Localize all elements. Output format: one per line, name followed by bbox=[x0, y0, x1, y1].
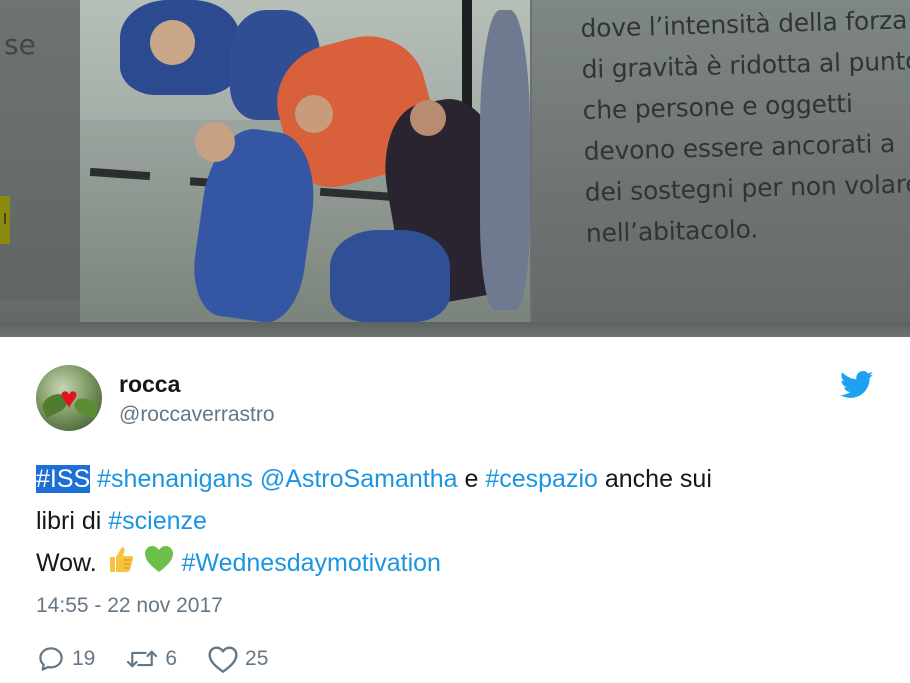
tweet-card: ♥ rocca @roccaverrastro #ISS #shenanigan… bbox=[0, 337, 910, 683]
like-button[interactable]: 25 bbox=[207, 644, 268, 674]
tweet-actions: 19 6 25 bbox=[36, 641, 298, 677]
like-count: 25 bbox=[245, 647, 269, 670]
reply-icon bbox=[39, 647, 63, 671]
book-text-fragment: se bbox=[4, 28, 36, 61]
author-handle[interactable]: @roccaverrastro bbox=[119, 403, 275, 427]
avatar-heart-icon: ♥ bbox=[60, 382, 78, 415]
book-bottom-edge bbox=[0, 322, 910, 337]
green-heart-emoji-icon bbox=[144, 546, 173, 572]
book-left-margin: se I bbox=[0, 0, 80, 300]
hashtag-shenanigans[interactable]: #shenanigans bbox=[97, 465, 253, 493]
hashtag-iss[interactable]: #ISS bbox=[36, 465, 91, 493]
book-color-tab: I bbox=[0, 196, 10, 244]
tweet-text-line-2: libri di #scienze bbox=[36, 500, 886, 542]
avatar[interactable]: ♥ bbox=[36, 365, 102, 431]
book-text-line: di gravità è ridotta al punto bbox=[581, 46, 910, 84]
reply-button[interactable]: 19 bbox=[36, 644, 95, 674]
heart-icon bbox=[208, 646, 238, 673]
reply-count: 19 bbox=[72, 647, 96, 670]
book-paragraph: dove l’intensità della forza di gravità … bbox=[580, 0, 910, 254]
book-text-line: nell’abitacolo. bbox=[585, 214, 759, 248]
tweet-word: anche sui bbox=[604, 465, 712, 493]
author-display-name[interactable]: rocca bbox=[119, 371, 180, 398]
tweet-screenshot: se I dove l’intensità della forza di gra… bbox=[0, 0, 910, 683]
retweet-icon bbox=[127, 650, 158, 668]
hashtag-scienze[interactable]: #scienze bbox=[108, 507, 207, 535]
book-text-line: dei sostegni per non volare bbox=[584, 169, 910, 207]
tweet-text: #ISS #shenanigans @AstroSamantha e #cesp… bbox=[36, 458, 886, 584]
tweet-timestamp[interactable]: 14:55 - 22 nov 2017 bbox=[36, 594, 223, 618]
tweet-word: libri di bbox=[36, 507, 102, 535]
retweet-count: 6 bbox=[165, 647, 178, 670]
tweet-media-photo[interactable]: se I dove l’intensità della forza di gra… bbox=[0, 0, 910, 337]
tweet-word: Wow. bbox=[36, 549, 97, 577]
hashtag-cespazio[interactable]: #cespazio bbox=[485, 465, 598, 493]
twitter-bird-icon[interactable] bbox=[840, 371, 874, 399]
retweet-button[interactable]: 6 bbox=[125, 644, 177, 674]
photo-border bbox=[78, 0, 532, 324]
hashtag-wednesdaymotivation[interactable]: #Wednesdaymotivation bbox=[182, 549, 441, 577]
thumbs-up-emoji-icon bbox=[109, 547, 133, 572]
mention-astrosamantha[interactable]: @AstroSamantha bbox=[260, 465, 458, 493]
tweet-text-line-3: Wow. #Wednesdaymotivation bbox=[36, 542, 886, 584]
tweet-text-line-1: #ISS #shenanigans @AstroSamantha e #cesp… bbox=[36, 458, 886, 500]
tweet-word: e bbox=[464, 465, 479, 493]
